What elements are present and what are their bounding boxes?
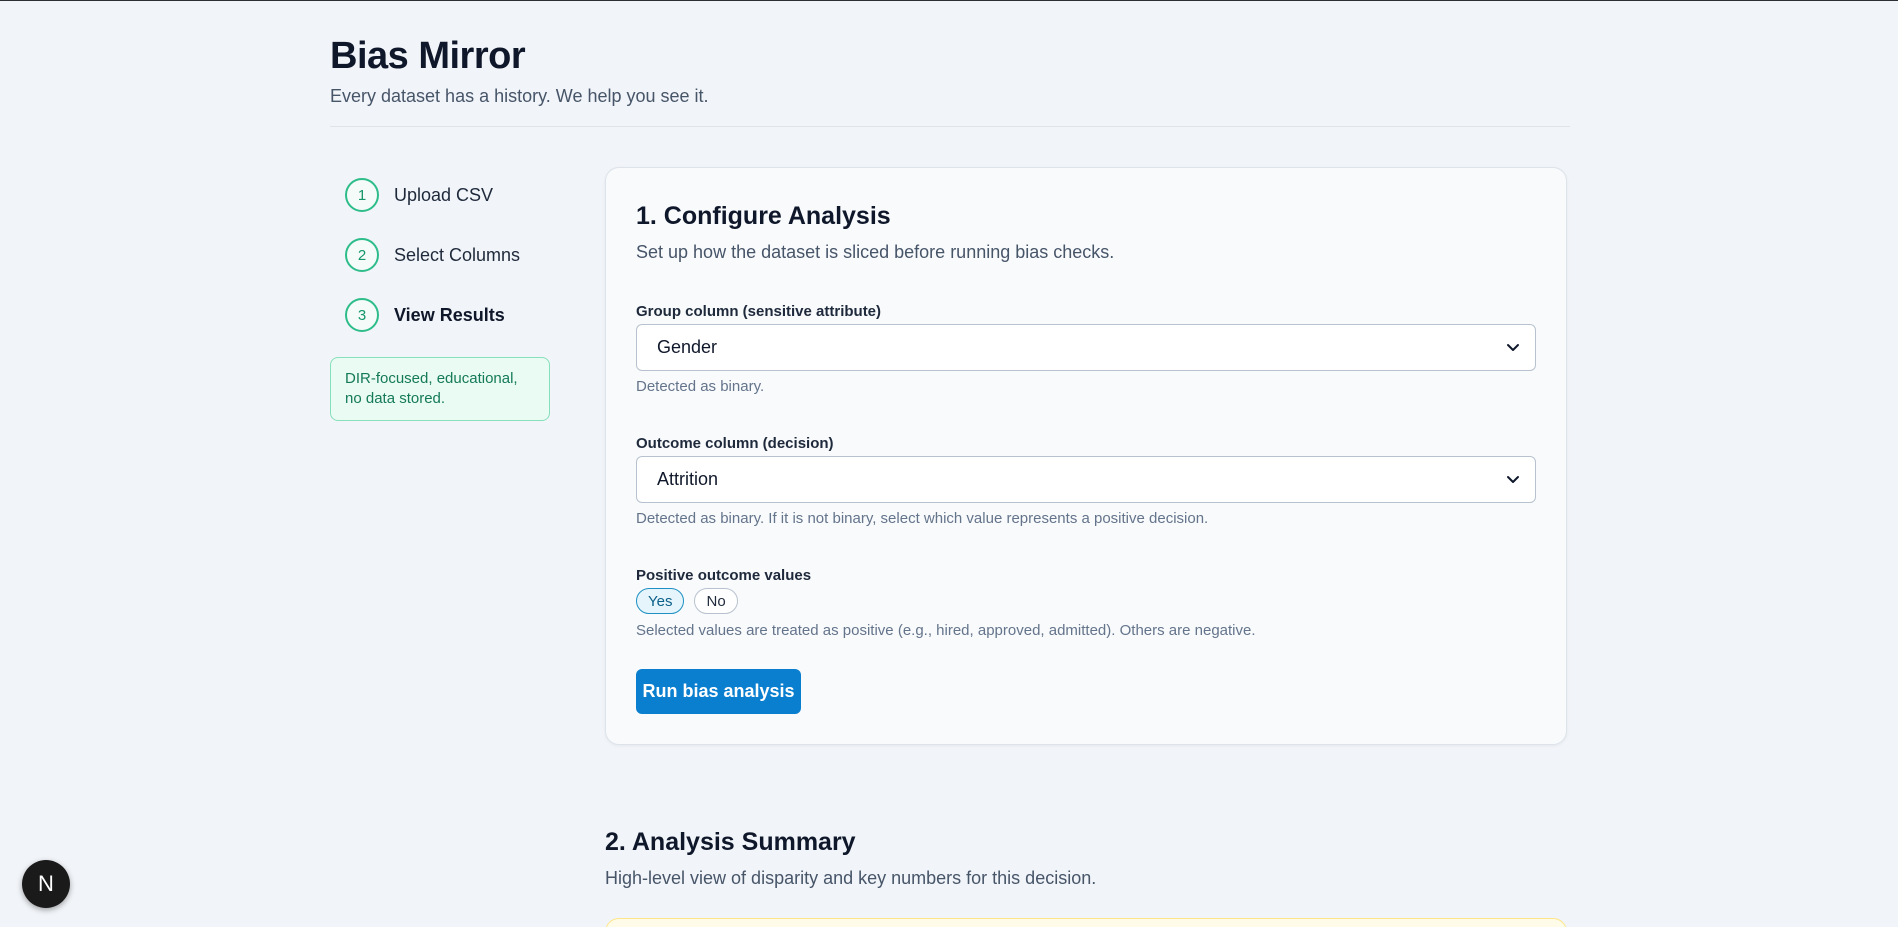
step-number: 3 bbox=[345, 298, 379, 332]
outcome-column-value: Attrition bbox=[657, 469, 719, 489]
chevron-down-icon bbox=[1507, 476, 1519, 483]
group-column-hint: Detected as binary. bbox=[636, 378, 765, 395]
summary-alert-card bbox=[605, 918, 1567, 927]
run-bias-analysis-button[interactable]: Run bias analysis bbox=[636, 669, 801, 714]
step-number: 1 bbox=[345, 178, 379, 212]
group-column-select[interactable]: Gender bbox=[636, 324, 1536, 371]
outcome-column-label: Outcome column (decision) bbox=[636, 435, 834, 452]
outcome-column-select[interactable]: Attrition bbox=[636, 456, 1536, 503]
configure-description: Set up how the dataset is sliced before … bbox=[636, 242, 1115, 262]
steps-sidebar: 1 Upload CSV 2 Select Columns 3 View Res… bbox=[330, 177, 550, 421]
positive-values-chips: Yes No bbox=[636, 588, 738, 614]
analysis-summary-description: High-level view of disparity and key num… bbox=[605, 868, 1097, 888]
chevron-down-icon bbox=[1507, 344, 1519, 351]
step-label: Select Columns bbox=[394, 244, 521, 265]
positive-values-hint: Selected values are treated as positive … bbox=[636, 622, 1256, 639]
privacy-note: DIR-focused, educational, no data stored… bbox=[330, 357, 550, 421]
group-column-label: Group column (sensitive attribute) bbox=[636, 303, 882, 320]
app-subtitle: Every dataset has a history. We help you… bbox=[330, 86, 709, 106]
app-title: Bias Mirror bbox=[330, 35, 526, 77]
step-number: 2 bbox=[345, 238, 379, 272]
header-divider bbox=[330, 126, 1570, 127]
configure-analysis-card: 1. Configure Analysis Set up how the dat… bbox=[605, 167, 1567, 745]
positive-values-label: Positive outcome values bbox=[636, 567, 812, 584]
analysis-summary-title: 2. Analysis Summary bbox=[605, 828, 856, 856]
chip-yes[interactable]: Yes bbox=[636, 588, 685, 614]
group-column-value: Gender bbox=[657, 337, 718, 357]
step-label: Upload CSV bbox=[394, 184, 494, 205]
step-select-columns[interactable]: 2 Select Columns bbox=[330, 237, 550, 273]
step-upload-csv[interactable]: 1 Upload CSV bbox=[330, 177, 550, 213]
configure-title: 1. Configure Analysis bbox=[636, 202, 891, 230]
chip-no[interactable]: No bbox=[694, 588, 738, 614]
step-view-results[interactable]: 3 View Results bbox=[330, 297, 550, 333]
n-letter: N bbox=[38, 871, 54, 896]
step-label: View Results bbox=[394, 304, 505, 325]
outcome-column-hint: Detected as binary. If it is not binary,… bbox=[636, 510, 1209, 527]
n-badge-button[interactable]: N bbox=[22, 860, 70, 908]
